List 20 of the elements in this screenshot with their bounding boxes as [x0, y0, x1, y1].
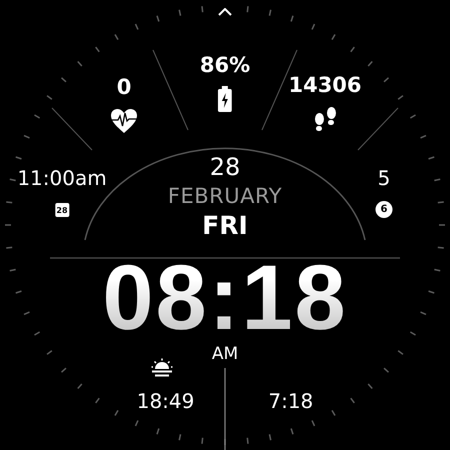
sun-time: 7:18	[268, 388, 314, 414]
sun-time: 18:49	[136, 388, 194, 414]
date-weekday: FRI	[202, 210, 248, 242]
date-month: FEBRUARY	[168, 183, 282, 210]
date-day: 28	[210, 152, 240, 182]
calendar-icon[interactable]: 28	[55, 203, 69, 217]
chevron-up-icon[interactable]	[218, 8, 232, 16]
complication-value: 14306	[288, 72, 362, 98]
complication-value: 0	[116, 74, 132, 100]
complication-value: 86%	[200, 52, 250, 78]
divider-line	[358, 108, 398, 150]
time-period: AM	[212, 344, 238, 364]
notification-badge[interactable]: 6	[376, 201, 392, 218]
divider-line	[52, 108, 92, 150]
heart-rate-icon[interactable]	[110, 108, 138, 134]
complication-value: 5	[378, 165, 390, 191]
complication-value: 11:00am	[17, 165, 107, 191]
footprints-icon[interactable]	[312, 106, 338, 132]
sunset-icon	[150, 358, 173, 378]
battery-charging-icon[interactable]	[218, 86, 232, 112]
